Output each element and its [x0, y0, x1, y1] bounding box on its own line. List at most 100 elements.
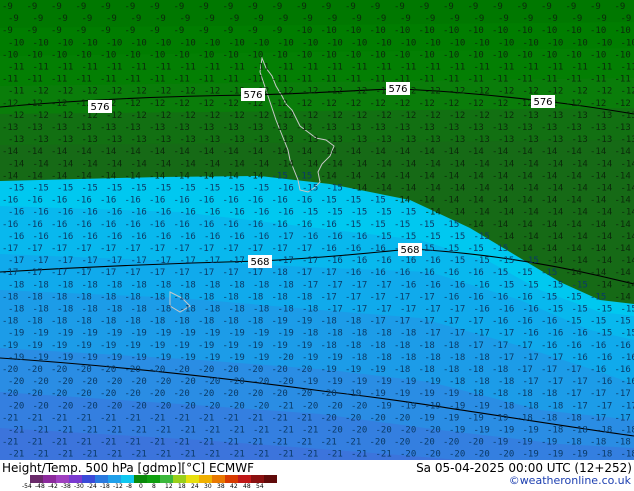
color-scale-tick: 24	[191, 483, 199, 490]
temperature-value: -18	[498, 401, 514, 411]
color-scale-tick: -18	[100, 483, 110, 490]
temperature-value: -14	[541, 220, 557, 230]
temperature-value: -12	[302, 87, 318, 97]
temperature-value: -14	[572, 184, 588, 194]
temperature-value: -15	[376, 232, 392, 242]
temperature-value: -10	[327, 38, 343, 48]
temperature-value: -10	[302, 38, 318, 48]
temperature-value: -14	[517, 220, 533, 230]
temperature-value: -17	[131, 256, 147, 266]
temperature-value: -16	[541, 341, 557, 351]
temperature-value: -15	[253, 184, 269, 194]
temperature-value: -9	[345, 2, 356, 12]
temperature-value: -20	[125, 365, 141, 375]
temperature-value: -17	[302, 256, 318, 266]
temperature-value: -15	[566, 292, 582, 302]
temperature-value: -9	[517, 2, 528, 12]
temperature-value: -17	[27, 268, 43, 278]
temperature-value: -14	[590, 147, 606, 157]
temperature-value: -12	[394, 99, 410, 109]
temperature-value: -18	[449, 377, 465, 387]
temperature-value: -15	[345, 196, 361, 206]
color-scale-swatch	[212, 475, 225, 483]
temperature-value: -14	[596, 159, 612, 169]
temperature-value: -12	[33, 87, 49, 97]
temperature-value: -14	[615, 220, 631, 230]
temperature-value: -17	[100, 268, 116, 278]
temperature-value: -9	[253, 14, 264, 24]
temperature-value: -20	[370, 438, 386, 448]
temperature-value: -16	[155, 208, 171, 218]
temperature-value: -10	[547, 38, 563, 48]
color-scale-swatch	[82, 475, 95, 483]
temperature-value: -21	[76, 438, 92, 448]
temperature-value: -13	[376, 135, 392, 145]
temperature-value: -18	[131, 305, 147, 315]
temperature-value: -13	[278, 135, 294, 145]
temperature-value: -21	[131, 450, 147, 460]
temperature-value: -16	[272, 220, 288, 230]
temperature-value: -20	[82, 401, 98, 411]
temperature-value: -19	[204, 353, 220, 363]
temperature-value: -13	[547, 111, 563, 121]
temperature-value: -12	[321, 99, 337, 109]
temperature-value: -12	[27, 99, 43, 109]
temperature-value: -9	[590, 2, 601, 12]
temperature-value: -17	[198, 244, 214, 254]
temperature-value: -10	[278, 38, 294, 48]
temperature-value: -14	[223, 147, 239, 157]
temperature-value: -17	[204, 256, 220, 266]
temperature-value: -9	[596, 14, 607, 24]
temperature-value: -9	[125, 2, 136, 12]
temperature-value: -21	[204, 450, 220, 460]
temperature-value: -10	[523, 38, 539, 48]
temperature-value: -14	[615, 196, 631, 206]
color-scale-tick: 48	[243, 483, 251, 490]
temperature-value: -13	[394, 123, 410, 133]
temperature-value: -21	[180, 426, 196, 436]
temperature-value: -9	[51, 2, 62, 12]
temperature-value: -21	[125, 438, 141, 448]
temperature-value: -16	[155, 232, 171, 242]
temperature-value: -14	[198, 147, 214, 157]
temperature-value: -11	[180, 63, 196, 73]
temperature-value: -10	[621, 38, 634, 48]
temperature-value: -19	[253, 329, 269, 339]
temperature-value: -18	[174, 292, 190, 302]
temperature-value: -13	[155, 135, 171, 145]
temperature-value: -13	[27, 123, 43, 133]
temperature-value: -9	[82, 14, 93, 24]
temperature-value: -14	[376, 184, 392, 194]
color-scale-swatch	[160, 475, 173, 483]
temperature-value: -13	[621, 135, 634, 145]
temperature-value: -10	[615, 50, 631, 60]
credit-link[interactable]: ©weatheronline.co.uk	[509, 474, 631, 488]
temperature-value: -16	[566, 341, 582, 351]
temperature-value: -15	[155, 184, 171, 194]
temperature-value: -19	[2, 341, 18, 351]
temperature-value: -17	[547, 353, 563, 363]
temperature-value: -9	[419, 2, 430, 12]
temperature-value: -14	[100, 171, 116, 181]
temperature-value: -20	[149, 389, 165, 399]
temperature-value: -16	[572, 329, 588, 339]
temperature-value: -21	[180, 450, 196, 460]
temperature-value: -14	[370, 147, 386, 157]
temperature-value: -11	[474, 63, 490, 73]
temperature-value: -9	[2, 26, 13, 36]
temperature-value: -15	[443, 220, 459, 230]
temperature-value: -11	[400, 63, 416, 73]
temperature-value: -18	[596, 450, 612, 460]
temperature-value: -16	[229, 208, 245, 218]
temperature-value: -21	[278, 426, 294, 436]
temperature-value: -16	[615, 365, 631, 375]
temperature-value: -19	[345, 365, 361, 375]
temperature-value: -19	[272, 317, 288, 327]
temperature-value: -9	[523, 14, 534, 24]
color-scale-swatch	[121, 475, 134, 483]
temperature-value: -12	[351, 87, 367, 97]
temperature-value: -17	[180, 256, 196, 266]
temperature-value: -16	[27, 220, 43, 230]
temperature-value: -13	[149, 123, 165, 133]
temperature-value: -13	[223, 123, 239, 133]
